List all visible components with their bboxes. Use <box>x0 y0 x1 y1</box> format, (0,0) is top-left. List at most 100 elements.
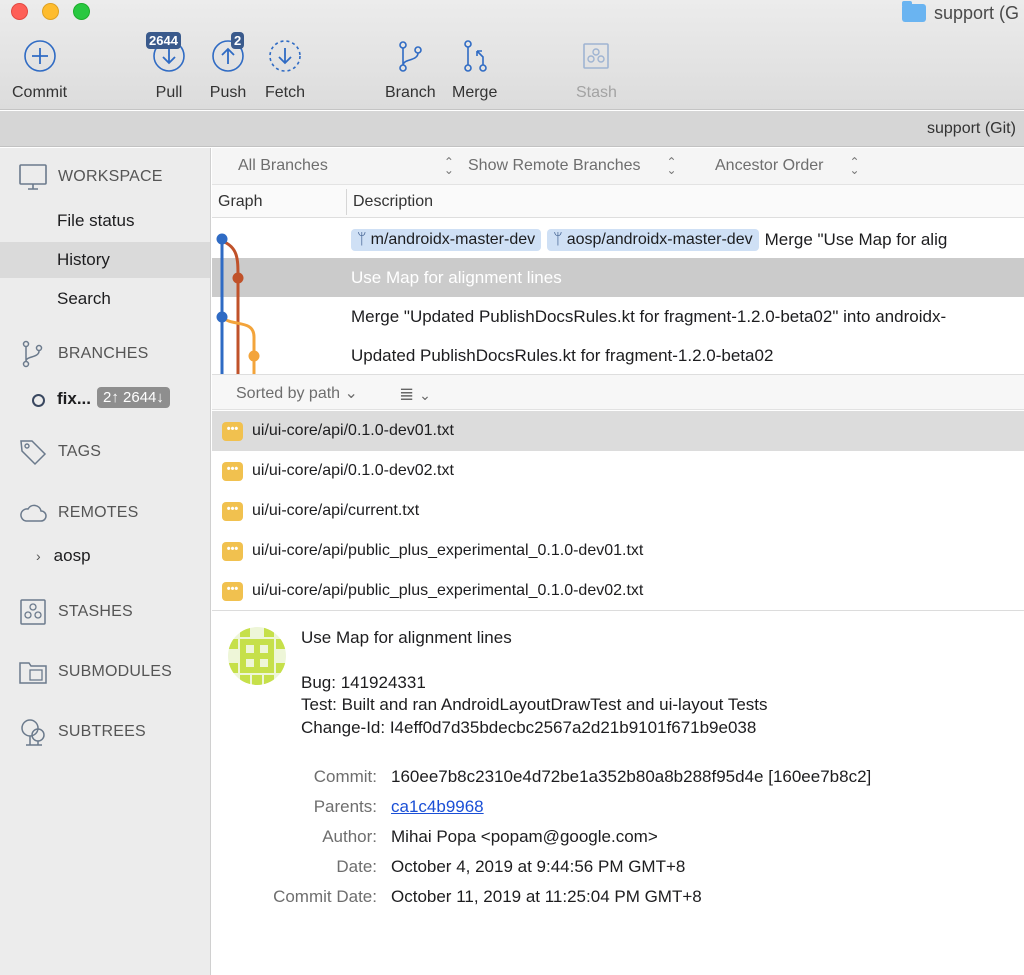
graph-line-red <box>221 239 240 375</box>
file-row[interactable]: ••• ui/ui-core/api/public_plus_experimen… <box>212 531 1024 571</box>
sidebar-section-stashes[interactable]: STASHES <box>18 597 133 627</box>
window-close-button[interactable] <box>11 3 28 20</box>
order-select[interactable]: Ancestor Order ⌃ ⌄ <box>715 155 860 177</box>
commit-hash-value: 160ee7b8c2310e4d72be1a352b80a8b288f95d4e… <box>391 767 872 786</box>
chevron-right-icon: › <box>36 548 41 564</box>
tag-icon <box>20 440 47 466</box>
author-label: Author: <box>322 827 377 846</box>
branch-ref-pill[interactable]: ᛘ aosp/androidx-master-dev <box>547 229 759 251</box>
graph-node <box>216 233 228 245</box>
updown-chevron-icon: ⌃ ⌄ <box>443 155 454 177</box>
graph-node <box>216 311 228 323</box>
view-mode-select[interactable]: ≣ ⌄ <box>399 384 431 405</box>
updown-chevron-icon: ⌃ ⌄ <box>849 155 860 177</box>
window-title: support (G <box>902 1 1019 25</box>
push-button[interactable]: 2 Push <box>208 32 248 102</box>
commit-message: Merge "Use Map for alig <box>764 230 948 249</box>
push-icon: 2 <box>208 32 248 76</box>
sidebar-section-workspace[interactable]: WORKSPACE <box>18 162 163 192</box>
changed-files-list: ••• ui/ui-core/api/0.1.0-dev01.txt ••• u… <box>212 411 1024 609</box>
merge-button[interactable]: Merge <box>452 36 497 102</box>
updown-chevron-icon: ⌃ ⌄ <box>666 155 677 177</box>
commit-message: Updated PublishDocsRules.kt for fragment… <box>351 346 774 365</box>
modified-file-icon: ••• <box>222 461 243 481</box>
window-minimize-button[interactable] <box>42 3 59 20</box>
file-row[interactable]: ••• ui/ui-core/api/current.txt <box>212 491 1024 531</box>
commit-message-body: Use Map for alignment lines Bug: 1419243… <box>301 627 768 739</box>
branch-ref-pill[interactable]: ᛘ m/androidx-master-dev <box>351 229 542 251</box>
commit-subject: Use Map for alignment lines <box>301 628 512 647</box>
file-row[interactable]: ••• ui/ui-core/api/0.1.0-dev01.txt <box>212 411 1024 451</box>
commit-hash-label: Commit: <box>313 767 377 786</box>
remote-branches-select[interactable]: Show Remote Branches ⌃ ⌄ <box>468 155 677 177</box>
stash-button[interactable]: Stash <box>576 36 617 102</box>
column-divider[interactable] <box>346 189 347 215</box>
commit-icon <box>20 36 60 76</box>
cloud-icon <box>20 504 47 522</box>
sidebar: WORKSPACE File status History Search BRA… <box>0 148 211 975</box>
branch-filter-select[interactable]: All Branches ⌃ ⌄ <box>238 155 454 177</box>
history-filter-bar: All Branches ⌃ ⌄ Show Remote Branches ⌃ ⌄ … <box>212 148 1024 184</box>
date-label: Date: <box>336 857 377 876</box>
modified-file-icon: ••• <box>222 541 243 561</box>
commit-details: Use Map for alignment lines Bug: 1419243… <box>212 610 1024 975</box>
file-row[interactable]: ••• ui/ui-core/api/public_plus_experimen… <box>212 571 1024 611</box>
folder-icon <box>902 1 926 22</box>
chevron-down-icon: ⌄ <box>344 385 358 402</box>
chevron-down-icon: ⌄ <box>419 387 431 403</box>
push-count-badge: 2 <box>231 32 245 49</box>
sidebar-item-search[interactable]: Search <box>0 281 210 317</box>
branch-icon <box>22 340 43 368</box>
author-value: Mihai Popa <popam@google.com> <box>391 827 658 846</box>
parent-commit-link[interactable]: ca1c4b9968 <box>391 797 484 817</box>
main-panel: All Branches ⌃ ⌄ Show Remote Branches ⌃ ⌄ … <box>212 148 1024 975</box>
commit-body-line: Test: Built and ran AndroidLayoutDrawTes… <box>301 695 768 714</box>
commit-list-header: Graph Description <box>212 184 1024 218</box>
sidebar-section-subtrees[interactable]: SUBTREES <box>18 717 146 747</box>
fetch-button[interactable]: Fetch <box>265 36 305 102</box>
sidebar-item-remote-aosp[interactable]: › aosp <box>36 546 91 566</box>
pull-icon: 2644 <box>146 32 189 76</box>
column-header-description[interactable]: Description <box>353 193 433 211</box>
commit-body-line: Change-Id: I4eff0d7d35bdecbc2567a2d21b91… <box>301 717 757 737</box>
modified-file-icon: ••• <box>222 421 243 441</box>
subtree-icon <box>21 719 45 746</box>
list-icon: ≣ <box>399 384 415 404</box>
monitor-icon <box>19 164 47 190</box>
commit-graph <box>216 233 260 375</box>
commit-message: Use Map for alignment lines <box>351 268 562 287</box>
sidebar-section-branches[interactable]: BRANCHES <box>18 339 149 369</box>
commit-button[interactable]: Commit <box>12 36 67 102</box>
sidebar-section-tags[interactable]: TAGS <box>18 437 101 467</box>
modified-file-icon: ••• <box>222 501 243 521</box>
window-maximize-button[interactable] <box>73 3 90 20</box>
branch-icon: ᛘ <box>553 231 563 248</box>
stash-icon <box>20 599 46 625</box>
sort-select[interactable]: Sorted by path ⌄ <box>236 383 358 403</box>
current-branch-indicator-icon <box>32 394 45 407</box>
commit-date-label: Commit Date: <box>273 887 377 906</box>
branch-button[interactable]: Branch <box>385 36 436 102</box>
sidebar-item-history[interactable]: History <box>0 242 210 278</box>
merge-icon <box>455 36 495 76</box>
parents-label: Parents: <box>313 797 377 816</box>
sidebar-item-current-branch[interactable]: fix... 2↑ 2644↓ <box>0 382 210 416</box>
commit-body-line: Bug: 141924331 <box>301 672 426 692</box>
toolbar: support (G Commit 2644 Pull 2 Push Fetch <box>0 0 1024 110</box>
graph-node <box>248 350 260 362</box>
commit-list: ᛘ m/androidx-master-dev ᛘ aosp/androidx-… <box>212 219 1024 375</box>
author-avatar <box>228 627 286 685</box>
file-row[interactable]: ••• ui/ui-core/api/0.1.0-dev02.txt <box>212 451 1024 491</box>
stash-icon <box>576 36 616 76</box>
pull-count-badge: 2644 <box>146 32 181 49</box>
column-header-graph[interactable]: Graph <box>218 193 262 211</box>
changed-files-toolbar: Sorted by path ⌄ ≣ ⌄ <box>212 374 1024 410</box>
branch-icon <box>390 36 430 76</box>
branch-ahead-behind-badge: 2↑ 2644↓ <box>97 387 170 408</box>
sidebar-section-submodules[interactable]: SUBMODULES <box>18 657 172 687</box>
sidebar-item-file-status[interactable]: File status <box>0 203 210 239</box>
fetch-icon <box>265 36 305 76</box>
sidebar-section-remotes[interactable]: REMOTES <box>18 498 139 528</box>
pull-button[interactable]: 2644 Pull <box>146 32 189 102</box>
date-value: October 4, 2019 at 9:44:56 PM GMT+8 <box>391 857 686 876</box>
